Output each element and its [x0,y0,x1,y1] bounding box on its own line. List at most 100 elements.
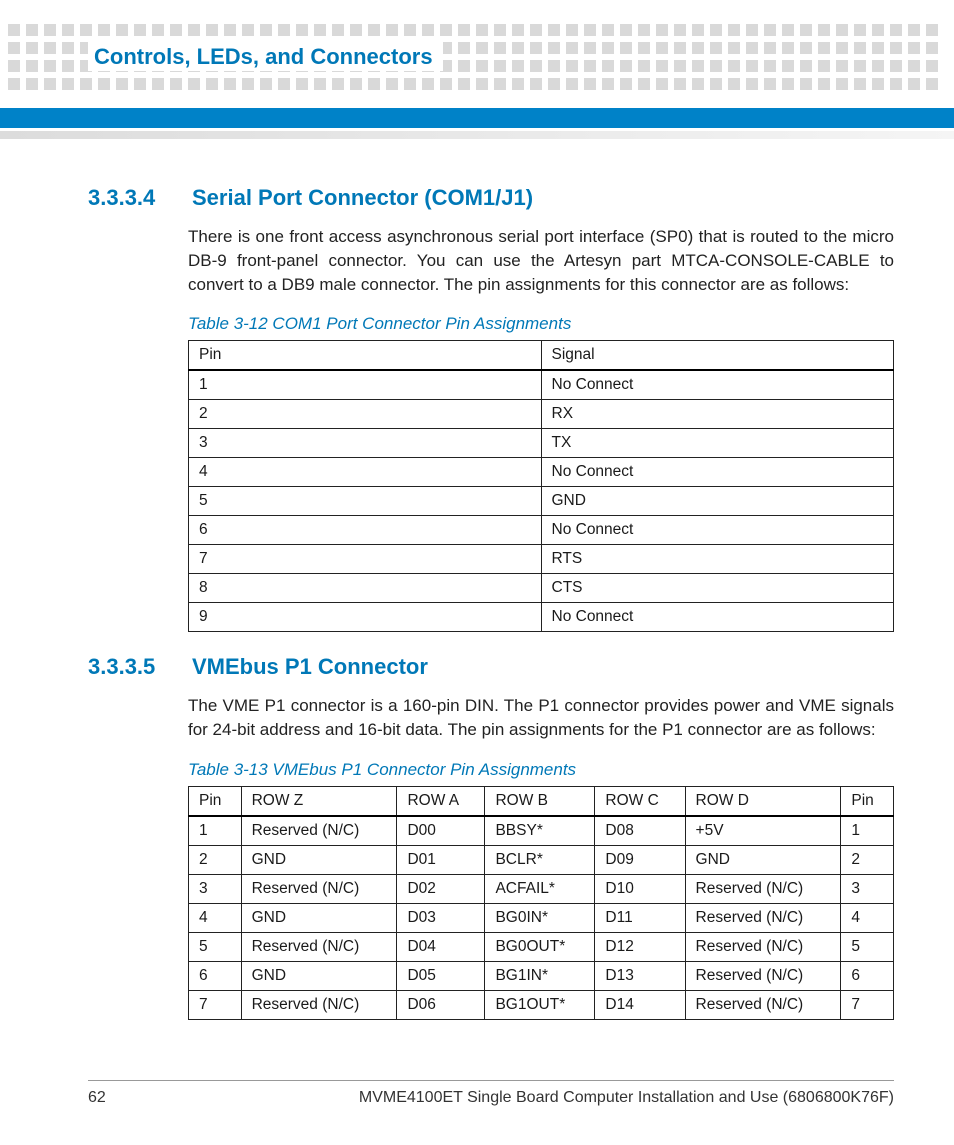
table-cell: 5 [189,932,242,961]
table-cell: BCLR* [485,845,595,874]
page-footer: 62 MVME4100ET Single Board Computer Inst… [88,1080,894,1107]
table-cell: CTS [541,574,894,603]
table-cell: 2 [841,845,894,874]
table-cell: D08 [595,816,685,846]
table-row: 7RTS [189,545,894,574]
table-cell: 2 [189,400,542,429]
table-cell: GND [685,845,841,874]
table-cell: 5 [189,487,542,516]
table-cell: BG1IN* [485,961,595,990]
table-cell: D00 [397,816,485,846]
chapter-title: Controls, LEDs, and Connectors [88,42,443,71]
table-cell: Reserved (N/C) [241,874,397,903]
table-header-cell: ROW B [485,786,595,816]
table-cell: 3 [841,874,894,903]
table-cell: No Connect [541,603,894,632]
table-cell: D10 [595,874,685,903]
table-row: 1Reserved (N/C)D00BBSY*D08+5V1 [189,816,894,846]
table-cell: D05 [397,961,485,990]
table-cell: No Connect [541,458,894,487]
table-cell: 2 [189,845,242,874]
table-cell: 4 [189,458,542,487]
table-cell: D01 [397,845,485,874]
table-header-cell: ROW A [397,786,485,816]
table-cell: D04 [397,932,485,961]
table-row: 4No Connect [189,458,894,487]
table-header-cell: ROW C [595,786,685,816]
table-cell: BG1OUT* [485,990,595,1019]
table-row: 9No Connect [189,603,894,632]
table-cell: D13 [595,961,685,990]
table-row: 2GNDD01BCLR*D09GND2 [189,845,894,874]
section-title: Serial Port Connector (COM1/J1) [192,185,533,211]
table-cell: Reserved (N/C) [241,990,397,1019]
table-cell: D14 [595,990,685,1019]
table-cell: 1 [189,816,242,846]
table-cell: 1 [189,370,542,400]
table-cell: Reserved (N/C) [685,961,841,990]
section1-body: There is one front access asynchronous s… [188,225,894,296]
table-cell: 3 [189,874,242,903]
page: Controls, LEDs, and Connectors 3.3.3.4 S… [0,0,954,1145]
table-cell: 8 [189,574,542,603]
table-3-13-caption: Table 3-13 VMEbus P1 Connector Pin Assig… [188,760,894,780]
table-header-cell: Pin [841,786,894,816]
table-3-12: PinSignal 1No Connect2RX3TX4No Connect5G… [188,340,894,632]
header-rule [0,108,954,128]
table-cell: 9 [189,603,542,632]
table-cell: +5V [685,816,841,846]
section-number: 3.3.3.5 [88,654,164,680]
section-title: VMEbus P1 Connector [192,654,428,680]
table-cell: BG0OUT* [485,932,595,961]
table-cell: Reserved (N/C) [685,874,841,903]
table-cell: BG0IN* [485,903,595,932]
table-cell: 6 [841,961,894,990]
table-cell: GND [241,961,397,990]
table-cell: 7 [189,545,542,574]
table-header-cell: ROW Z [241,786,397,816]
table-cell: 7 [841,990,894,1019]
table-header-cell: Signal [541,341,894,371]
table-cell: 3 [189,429,542,458]
section-heading-2: 3.3.3.5 VMEbus P1 Connector [88,654,894,680]
section2-body: The VME P1 connector is a 160-pin DIN. T… [188,694,894,742]
table-cell: 4 [189,903,242,932]
table-cell: ACFAIL* [485,874,595,903]
table-cell: 5 [841,932,894,961]
table-row: 3TX [189,429,894,458]
table-cell: RTS [541,545,894,574]
table-cell: 1 [841,816,894,846]
table-row: 6No Connect [189,516,894,545]
table-cell: Reserved (N/C) [241,932,397,961]
table-cell: D09 [595,845,685,874]
table-cell: GND [241,845,397,874]
table-row: 8CTS [189,574,894,603]
table-cell: No Connect [541,370,894,400]
table-cell: 6 [189,961,242,990]
table-cell: No Connect [541,516,894,545]
doc-title: MVME4100ET Single Board Computer Install… [359,1089,894,1107]
table-cell: RX [541,400,894,429]
table-cell: BBSY* [485,816,595,846]
table-cell: 6 [189,516,542,545]
table-3-12-caption: Table 3-12 COM1 Port Connector Pin Assig… [188,314,894,334]
table-cell: 7 [189,990,242,1019]
page-number: 62 [88,1089,106,1107]
table-cell: Reserved (N/C) [241,816,397,846]
table-header-cell: Pin [189,786,242,816]
content: 3.3.3.4 Serial Port Connector (COM1/J1) … [88,185,894,1020]
section-heading-1: 3.3.3.4 Serial Port Connector (COM1/J1) [88,185,894,211]
table-3-13: PinROW ZROW AROW BROW CROW DPin 1Reserve… [188,786,894,1020]
table-row: 1No Connect [189,370,894,400]
table-row: 7Reserved (N/C)D06BG1OUT*D14Reserved (N/… [189,990,894,1019]
table-cell: Reserved (N/C) [685,990,841,1019]
table-row: 6GNDD05BG1IN*D13Reserved (N/C)6 [189,961,894,990]
table-cell: D12 [595,932,685,961]
table-cell: D03 [397,903,485,932]
table-cell: D06 [397,990,485,1019]
table-cell: GND [541,487,894,516]
table-cell: D11 [595,903,685,932]
table-cell: D02 [397,874,485,903]
table-row: 4GNDD03BG0IN*D11Reserved (N/C)4 [189,903,894,932]
table-cell: GND [241,903,397,932]
